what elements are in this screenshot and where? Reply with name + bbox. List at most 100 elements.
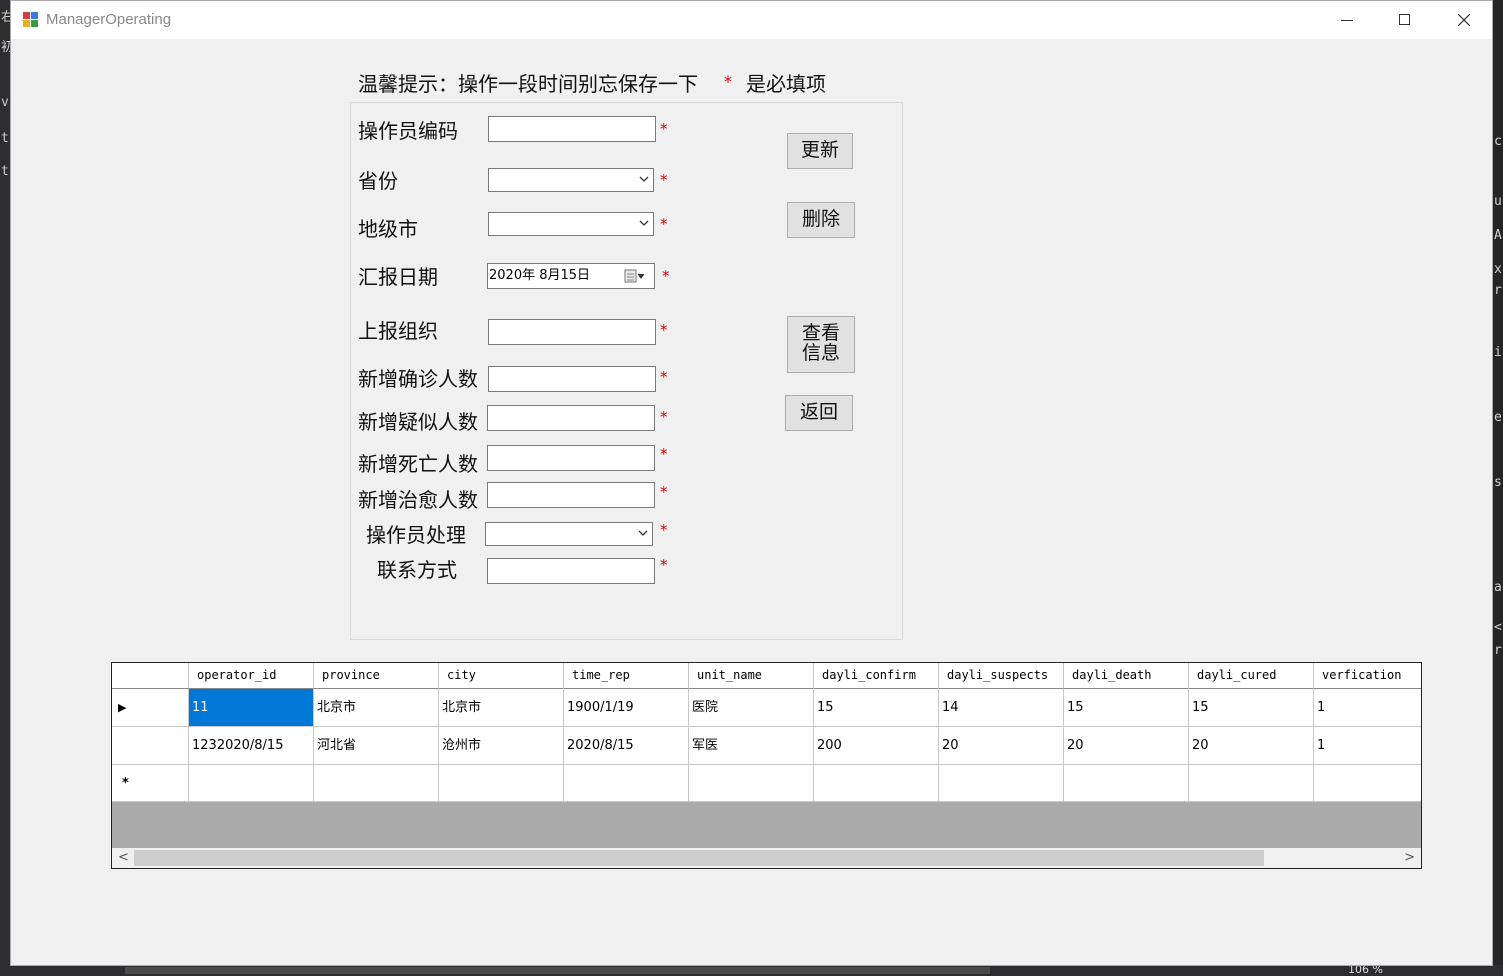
table-cell[interactable]: 1232020/8/15 [189, 727, 314, 765]
new-row[interactable]: * [112, 765, 1421, 802]
row-header[interactable] [112, 727, 189, 765]
grid-header-row: operator_id province city time_rep unit_… [112, 663, 1421, 689]
new-suspected-input[interactable] [487, 405, 655, 431]
current-row-marker[interactable]: ▶ [112, 689, 189, 727]
table-cell[interactable]: 北京市 [314, 689, 439, 727]
province-select[interactable] [488, 168, 654, 192]
column-header[interactable]: dayli_cured [1189, 663, 1314, 689]
zoom-level: 106 % [1348, 965, 1383, 976]
grid-corner[interactable] [112, 663, 189, 689]
table-row[interactable]: 1232020/8/15 河北省 沧州市 2020/8/15 军医 200 20… [112, 727, 1421, 765]
chevron-down-icon [639, 176, 649, 182]
title-bar: ManagerOperating [11, 1, 1492, 39]
delete-button[interactable]: 删除 [787, 202, 855, 238]
city-required: * [660, 215, 668, 233]
contact-label: 联系方式 [377, 558, 457, 582]
table-cell[interactable] [314, 765, 439, 802]
operator-process-required: * [660, 521, 668, 539]
column-header[interactable]: dayli_suspects [939, 663, 1064, 689]
table-cell[interactable]: 沧州市 [439, 727, 564, 765]
city-select[interactable] [488, 212, 654, 236]
new-cured-input[interactable] [487, 482, 655, 508]
table-cell[interactable]: 20 [1189, 727, 1314, 765]
report-date-picker[interactable]: 2020年 8月15日 [487, 263, 655, 289]
org-required: * [660, 321, 668, 339]
table-cell[interactable]: 河北省 [314, 727, 439, 765]
report-date-required: * [662, 267, 670, 285]
table-cell[interactable] [1314, 765, 1421, 802]
table-cell[interactable]: 200 [814, 727, 939, 765]
calendar-dropdown-icon[interactable] [624, 269, 646, 283]
chevron-down-icon [639, 220, 649, 226]
data-grid[interactable]: operator_id province city time_rep unit_… [111, 662, 1422, 869]
operator-code-label: 操作员编码 [358, 119, 458, 143]
operator-process-select[interactable] [485, 522, 653, 546]
column-header[interactable]: operator_id [189, 663, 314, 689]
background-editor-statusbar: 106 % [0, 965, 1503, 976]
new-row-marker[interactable]: * [112, 765, 189, 802]
scroll-right-arrow[interactable]: > [1404, 850, 1415, 865]
table-cell[interactable]: 医院 [689, 689, 814, 727]
table-cell[interactable]: 20 [939, 727, 1064, 765]
column-header[interactable]: dayli_death [1064, 663, 1189, 689]
contact-required: * [660, 556, 668, 574]
close-button[interactable] [1435, 1, 1493, 39]
maximize-icon [1399, 14, 1410, 25]
org-label: 上报组织 [358, 319, 438, 343]
new-confirmed-label: 新增确诊人数 [358, 367, 478, 391]
column-header[interactable]: dayli_confirm [814, 663, 939, 689]
new-confirmed-input[interactable] [488, 366, 656, 392]
maximize-button[interactable] [1376, 1, 1434, 39]
table-cell[interactable]: 2020/8/15 [564, 727, 689, 765]
new-death-required: * [660, 445, 668, 463]
province-required: * [660, 171, 668, 189]
table-cell[interactable] [189, 765, 314, 802]
operator-process-label: 操作员处理 [366, 523, 466, 547]
view-info-button[interactable]: 查看 信息 [787, 316, 855, 373]
table-cell[interactable]: 11 [189, 689, 314, 727]
table-cell[interactable]: 军医 [689, 727, 814, 765]
table-cell[interactable] [439, 765, 564, 802]
horizontal-scrollbar[interactable]: < > [112, 848, 1421, 868]
update-button[interactable]: 更新 [787, 133, 853, 169]
report-date-label: 汇报日期 [358, 265, 438, 289]
table-cell[interactable]: 1 [1314, 727, 1421, 765]
column-header[interactable]: province [314, 663, 439, 689]
province-label: 省份 [358, 169, 398, 193]
required-star-legend: * [724, 72, 732, 91]
new-death-label: 新增死亡人数 [358, 452, 478, 476]
minimize-icon [1341, 20, 1353, 21]
close-icon [1458, 14, 1470, 26]
table-cell[interactable] [939, 765, 1064, 802]
table-cell[interactable] [689, 765, 814, 802]
table-cell[interactable]: 20 [1064, 727, 1189, 765]
minimize-button[interactable] [1318, 1, 1376, 39]
org-input[interactable] [488, 319, 656, 345]
operator-code-required: * [660, 120, 668, 138]
table-cell[interactable] [564, 765, 689, 802]
table-cell[interactable]: 北京市 [439, 689, 564, 727]
manager-operating-window: ManagerOperating 温馨提示：操作一段时间别忘保存一下 * 是必填… [10, 0, 1493, 966]
table-cell[interactable]: 15 [1064, 689, 1189, 727]
operator-code-input[interactable] [488, 116, 656, 142]
table-cell[interactable]: 15 [1189, 689, 1314, 727]
contact-input[interactable] [487, 558, 655, 584]
table-cell[interactable]: 1900/1/19 [564, 689, 689, 727]
new-death-input[interactable] [487, 445, 655, 471]
view-info-label-line1: 查看 [801, 322, 840, 344]
column-header[interactable]: city [439, 663, 564, 689]
window-title: ManagerOperating [46, 11, 172, 28]
table-cell[interactable] [1189, 765, 1314, 802]
scrollbar-thumb[interactable] [134, 850, 1264, 866]
column-header[interactable]: time_rep [564, 663, 689, 689]
table-cell[interactable]: 15 [814, 689, 939, 727]
table-cell[interactable]: 1 [1314, 689, 1421, 727]
back-button[interactable]: 返回 [785, 395, 853, 431]
column-header[interactable]: verfication [1314, 663, 1421, 689]
table-row[interactable]: ▶ 11 北京市 北京市 1900/1/19 医院 15 14 15 15 1 [112, 689, 1421, 727]
scroll-left-arrow[interactable]: < [118, 850, 129, 865]
table-cell[interactable]: 14 [939, 689, 1064, 727]
column-header[interactable]: unit_name [689, 663, 814, 689]
table-cell[interactable] [1064, 765, 1189, 802]
table-cell[interactable] [814, 765, 939, 802]
